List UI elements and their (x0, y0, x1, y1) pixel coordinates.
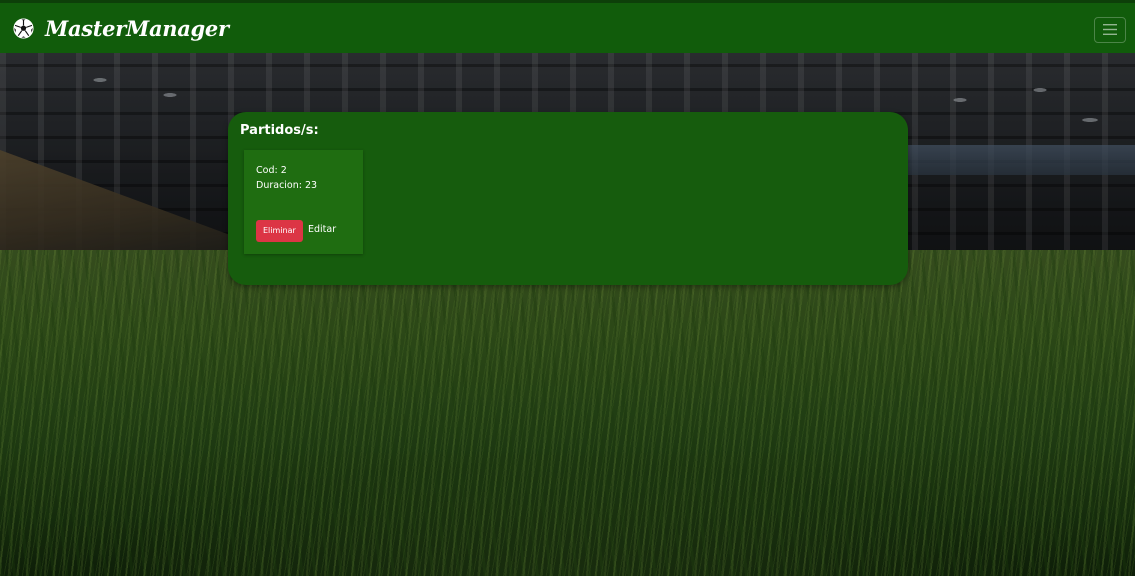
delete-button[interactable]: Eliminar (256, 220, 303, 242)
hamburger-icon (1103, 23, 1117, 38)
brand-name: MasterManager (45, 15, 229, 41)
navbar-toggle-button[interactable] (1094, 17, 1126, 43)
matches-panel: Partidos/s: Cod: 2 Duracion: 23 Eliminar… (228, 112, 908, 285)
soccer-ball-icon (13, 17, 34, 39)
stadium-background (0, 0, 1135, 576)
background-overlay (0, 0, 1135, 576)
page-title: Partidos/s: (240, 123, 319, 138)
match-duration: Duracion: 23 (256, 180, 318, 191)
top-navbar: MasterManager (0, 0, 1135, 53)
match-card: Cod: 2 Duracion: 23 Eliminar Editar (244, 150, 363, 254)
match-code: Cod: 2 (256, 165, 287, 176)
brand-link[interactable]: MasterManager (13, 16, 229, 41)
edit-link[interactable]: Editar (308, 224, 336, 235)
